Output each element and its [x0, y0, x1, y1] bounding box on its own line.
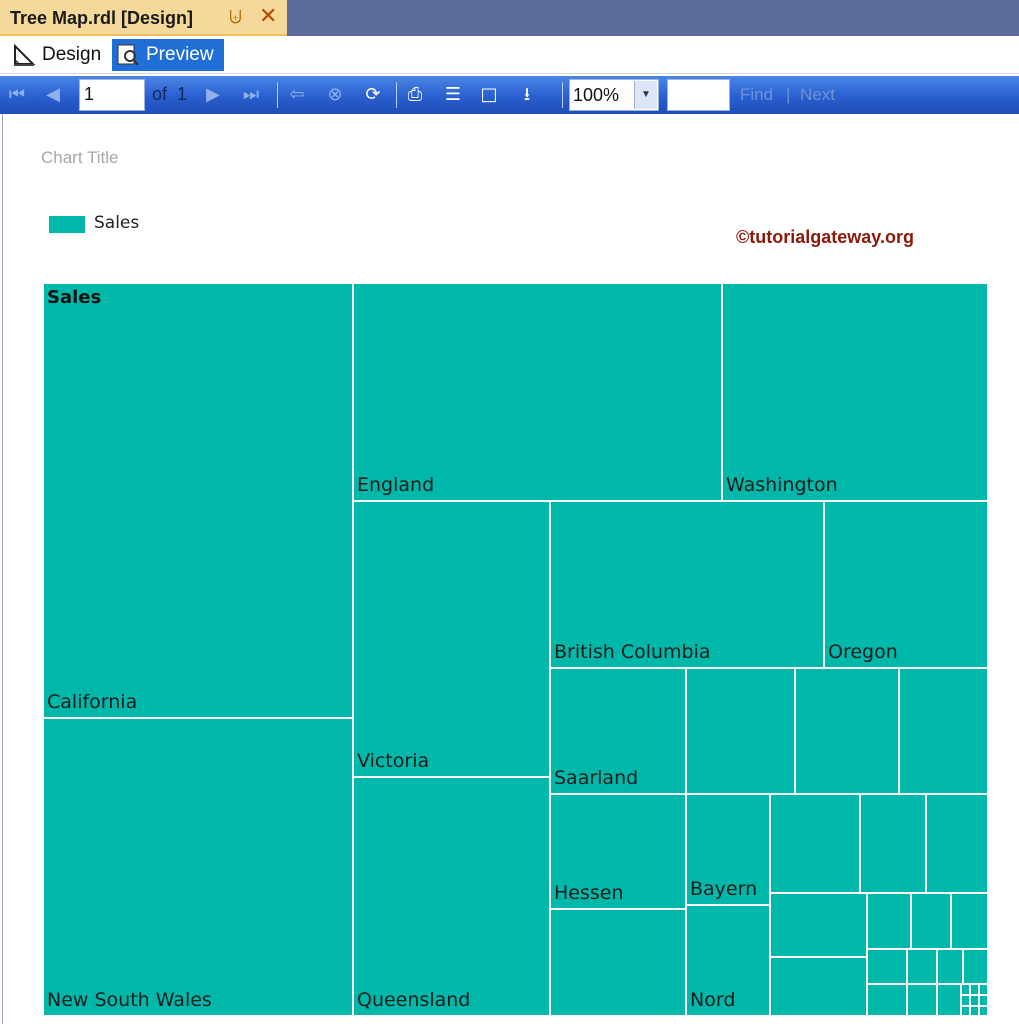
treemap-tile[interactable] — [860, 794, 926, 893]
treemap-tile-british-columbia[interactable]: British Columbia — [550, 501, 824, 668]
design-icon — [12, 43, 36, 67]
treemap-tile[interactable] — [926, 794, 988, 893]
treemap-tile-new-south-wales[interactable]: New South Wales — [43, 718, 353, 1016]
watermark: ©tutorialgateway.org — [736, 227, 914, 247]
find-separator: | — [786, 85, 791, 104]
treemap-tile[interactable] — [899, 668, 988, 794]
treemap-tile[interactable] — [911, 893, 951, 949]
find-input[interactable] — [667, 79, 730, 111]
page-number-input[interactable]: 1 — [79, 79, 145, 111]
treemap-tile-bayern[interactable]: Bayern — [686, 794, 770, 905]
previous-page-icon[interactable]: ◀ — [42, 84, 64, 106]
treemap-tile[interactable] — [867, 893, 911, 949]
last-page-icon[interactable]: ⏭ — [240, 84, 262, 106]
treemap-tile-victoria[interactable]: Victoria — [353, 501, 550, 777]
page-total: 1 — [177, 84, 188, 104]
treemap-tile-california[interactable]: California — [43, 283, 353, 718]
toolbar-separator — [562, 82, 563, 108]
treemap-tile[interactable] — [867, 949, 907, 984]
refresh-icon[interactable]: ⟳ — [362, 84, 384, 106]
treemap-tile-hessen[interactable]: Hessen — [550, 794, 686, 909]
treemap-tile[interactable] — [970, 1006, 979, 1016]
treemap-tile[interactable] — [770, 957, 867, 1016]
treemap-chart: Sales California New South Wales England Wa… — [43, 283, 988, 1016]
treemap-tile[interactable] — [867, 984, 907, 1016]
treemap-tile-label: Queensland — [357, 989, 471, 1011]
treemap-tile[interactable] — [961, 995, 970, 1006]
report-toolbar: ⏮ ◀ 1 of 1 ▶ ⏭ ⇦ ⊗ ⟳ ⎙ ☰ □ ⭳ 100% ▼ Find… — [0, 76, 1019, 114]
print-layout-icon[interactable]: ☰ — [442, 84, 464, 106]
treemap-tile-label: Washington — [726, 474, 838, 496]
of-text: of — [152, 84, 168, 104]
print-icon[interactable]: ⎙ — [404, 84, 426, 106]
chart-title: Chart Title — [41, 148, 119, 167]
export-icon[interactable]: ⭳ — [516, 84, 538, 106]
treemap-tile-label: Oregon — [828, 641, 898, 663]
treemap-tile-label: Hessen — [554, 882, 624, 904]
treemap-tile[interactable] — [550, 909, 686, 1016]
treemap-tile[interactable] — [979, 1006, 988, 1016]
treemap-tile-washington[interactable]: Washington — [722, 283, 988, 501]
mode-switch-bar: Design Preview — [0, 36, 1019, 74]
document-tab[interactable]: Tree Map.rdl [Design] ⨄ ✕ — [0, 0, 287, 36]
treemap-tile-label: New South Wales — [47, 989, 212, 1011]
treemap-tile[interactable] — [961, 984, 970, 995]
treemap-tile-label: Bayern — [690, 878, 758, 900]
treemap-tile[interactable] — [937, 949, 963, 984]
zoom-value: 100% — [573, 85, 620, 105]
treemap-tile[interactable] — [907, 984, 937, 1016]
design-tab-label: Design — [42, 44, 102, 65]
treemap-tile[interactable] — [795, 668, 899, 794]
treemap-tile[interactable] — [770, 893, 867, 957]
chevron-down-icon[interactable]: ▼ — [634, 81, 657, 109]
treemap-tile[interactable] — [963, 949, 988, 984]
treemap-tile[interactable] — [970, 995, 979, 1006]
page-of-label: of 1 — [152, 84, 187, 105]
page-setup-icon[interactable]: □ — [478, 84, 500, 106]
treemap-tile-label: Nord — [690, 989, 736, 1011]
treemap-tile-nord[interactable]: Nord — [686, 905, 770, 1016]
pin-icon[interactable]: ⨄ — [229, 7, 242, 27]
preview-tab[interactable]: Preview — [112, 39, 224, 71]
treemap-tile[interactable] — [979, 995, 988, 1006]
legend-swatch — [49, 216, 85, 233]
treemap-tile[interactable] — [937, 984, 961, 1016]
treemap-tile-saarland[interactable]: Saarland — [550, 668, 686, 794]
find-link[interactable]: Find — [740, 85, 773, 105]
document-tab-bar: Tree Map.rdl [Design] ⨄ ✕ — [0, 0, 1019, 36]
close-icon[interactable]: ✕ — [259, 4, 277, 29]
treemap-tile[interactable] — [970, 984, 979, 995]
treemap-tile[interactable] — [961, 1006, 970, 1016]
first-page-icon[interactable]: ⏮ — [6, 84, 28, 106]
treemap-tile[interactable] — [770, 794, 860, 893]
treemap-tile-queensland[interactable]: Queensland — [353, 777, 550, 1016]
treemap-tile-label: California — [47, 691, 138, 713]
treemap-tile[interactable] — [979, 984, 988, 995]
treemap-tile-label: Victoria — [357, 750, 430, 772]
treemap-tile[interactable] — [907, 949, 937, 984]
back-icon[interactable]: ⇦ — [286, 84, 308, 106]
stop-icon[interactable]: ⊗ — [324, 84, 346, 106]
next-page-icon[interactable]: ▶ — [202, 84, 224, 106]
legend-label: Sales — [94, 213, 140, 233]
treemap-tile[interactable] — [951, 893, 988, 949]
report-canvas: Chart Title Sales ©tutorialgateway.org S… — [2, 114, 1019, 1024]
zoom-select[interactable]: 100% ▼ — [569, 79, 659, 111]
treemap-tile-oregon[interactable]: Oregon — [824, 501, 988, 668]
treemap-tile[interactable] — [686, 668, 795, 794]
treemap-tile-england[interactable]: England — [353, 283, 722, 501]
toolbar-separator — [277, 82, 278, 108]
next-link[interactable]: Next — [800, 85, 835, 105]
treemap-header: Sales — [47, 287, 102, 308]
preview-icon — [116, 43, 140, 67]
document-tab-title: Tree Map.rdl [Design] — [10, 8, 194, 28]
design-tab[interactable]: Design — [8, 39, 108, 71]
toolbar-separator — [396, 82, 397, 108]
preview-tab-label: Preview — [146, 44, 214, 65]
treemap-tile-label: Saarland — [554, 767, 639, 789]
treemap-tile-label: England — [357, 474, 435, 496]
treemap-tile-label: British Columbia — [554, 641, 711, 663]
